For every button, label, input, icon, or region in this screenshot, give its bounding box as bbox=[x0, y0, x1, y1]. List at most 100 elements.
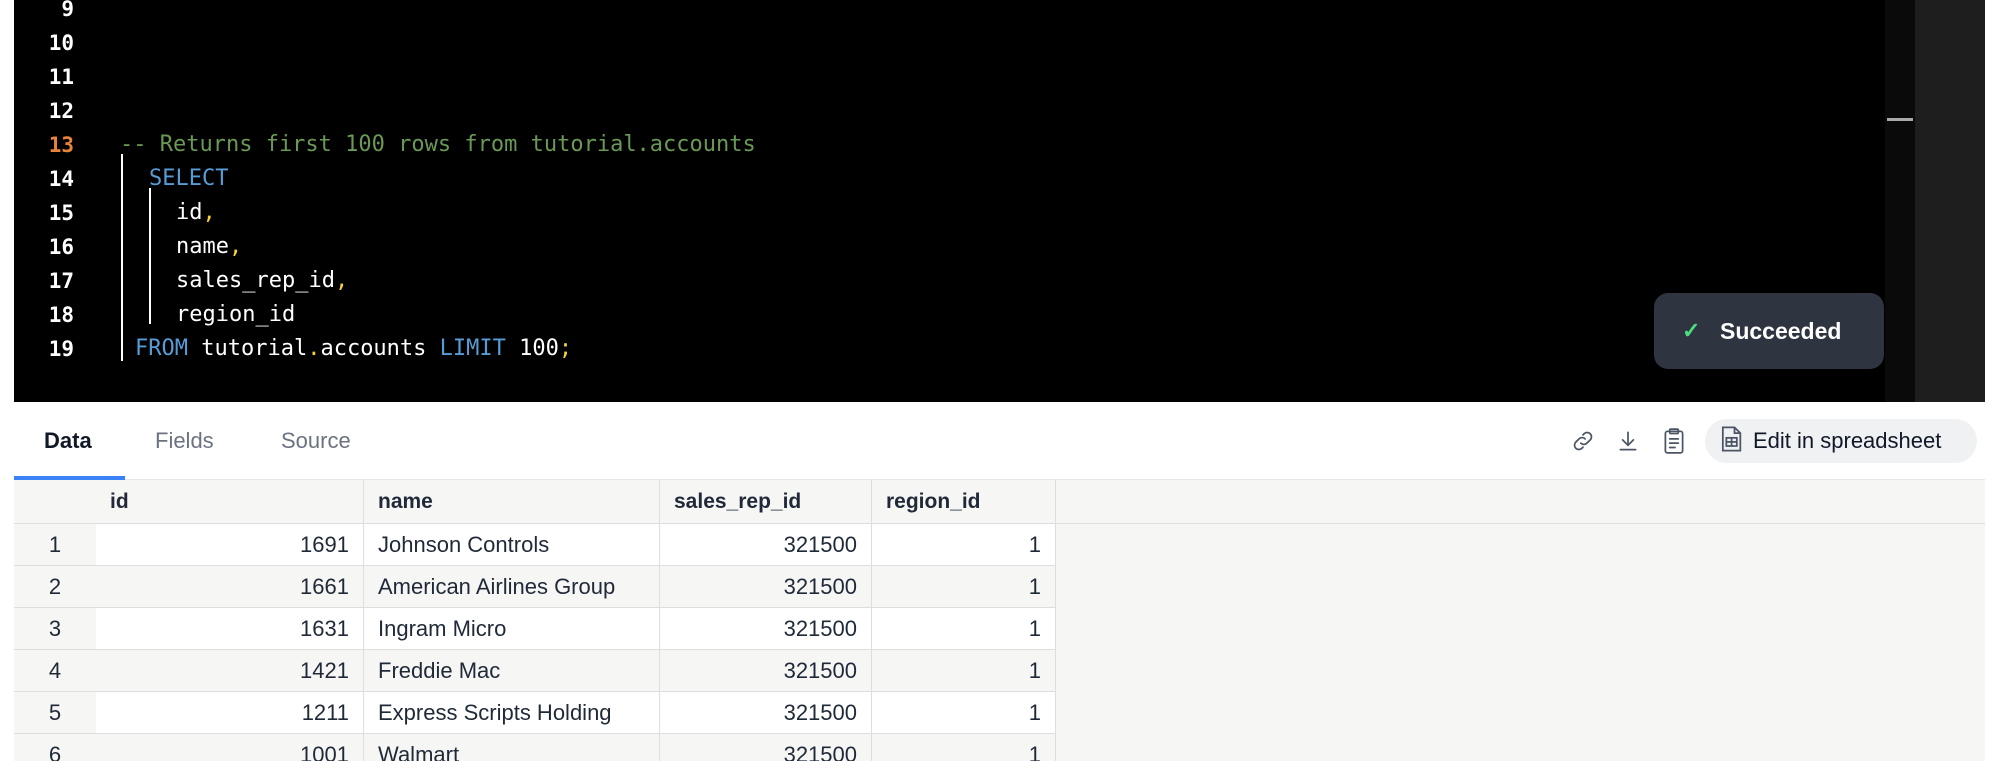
code-line[interactable]: 10 bbox=[14, 26, 1874, 60]
code-token: sales_rep_id bbox=[176, 268, 335, 293]
code-line[interactable]: 19 FROM tutorial.accounts LIMIT 100; bbox=[14, 332, 1874, 366]
indent-guide-inner bbox=[149, 188, 151, 324]
row-number: 6 bbox=[14, 734, 96, 761]
tab-source[interactable]: Source bbox=[281, 402, 351, 480]
download-icon[interactable] bbox=[1611, 424, 1645, 458]
tab-source-label: Source bbox=[281, 428, 351, 453]
line-number: 19 bbox=[48, 337, 74, 361]
code-token: , bbox=[228, 234, 243, 259]
cell-sales-rep-id[interactable]: 321500 bbox=[660, 650, 872, 692]
cell-id[interactable]: 1211 bbox=[96, 692, 364, 734]
minimap[interactable] bbox=[1885, 0, 1915, 402]
cell-name[interactable]: Ingram Micro bbox=[364, 608, 660, 650]
code-line[interactable]: 18 region_id bbox=[14, 298, 1874, 332]
line-number: 16 bbox=[48, 235, 74, 259]
cell-id[interactable]: 1631 bbox=[96, 608, 364, 650]
cell-sales-rep-id[interactable]: 321500 bbox=[660, 524, 872, 566]
cell-region-id[interactable]: 1 bbox=[872, 524, 1056, 566]
column-header-name[interactable]: name bbox=[364, 480, 660, 524]
cell-sales-rep-id[interactable]: 321500 bbox=[660, 692, 872, 734]
line-number: 14 bbox=[48, 167, 74, 191]
check-icon: ✓ bbox=[1682, 318, 1701, 343]
code-token: LIMIT bbox=[439, 336, 506, 361]
cell-region-id[interactable]: 1 bbox=[872, 650, 1056, 692]
tab-data-label: Data bbox=[44, 428, 92, 453]
line-number: 12 bbox=[48, 99, 74, 123]
code-line[interactable]: 12 bbox=[14, 94, 1874, 128]
success-toast: ✓ Succeeded bbox=[1654, 293, 1884, 369]
tab-fields[interactable]: Fields bbox=[155, 402, 214, 480]
cell-name[interactable]: Express Scripts Holding bbox=[364, 692, 660, 734]
cell-sales-rep-id[interactable]: 321500 bbox=[660, 608, 872, 650]
cell-id[interactable]: 1421 bbox=[96, 650, 364, 692]
row-number: 5 bbox=[14, 692, 96, 734]
cell-sales-rep-id[interactable]: 321500 bbox=[660, 566, 872, 608]
code-line[interactable]: 15 id, bbox=[14, 196, 1874, 230]
code-token: . bbox=[307, 336, 321, 361]
code-text: SELECT bbox=[149, 162, 228, 196]
cell-id[interactable]: 1661 bbox=[96, 566, 364, 608]
cell-sales-rep-id[interactable]: 321500 bbox=[660, 734, 872, 761]
code-line[interactable]: 16 name, bbox=[14, 230, 1874, 264]
results-table: id name sales_rep_id region_id 1 1691 John… bbox=[14, 480, 1985, 761]
code-token: ; bbox=[558, 336, 573, 361]
cell-region-id[interactable]: 1 bbox=[872, 734, 1056, 761]
line-number: 18 bbox=[48, 303, 74, 327]
empty-header bbox=[1056, 480, 1985, 524]
cell-name[interactable]: Johnson Controls bbox=[364, 524, 660, 566]
code-text: region_id bbox=[176, 298, 295, 332]
edit-in-spreadsheet-label: Edit in spreadsheet bbox=[1753, 428, 1942, 453]
column-header-sales-rep-id[interactable]: sales_rep_id bbox=[660, 480, 872, 524]
tab-data[interactable]: Data bbox=[44, 402, 92, 480]
cell-region-id[interactable]: 1 bbox=[872, 692, 1056, 734]
code-token: SELECT bbox=[149, 166, 229, 191]
code-text: -- Returns first 100 rows from tutorial.… bbox=[120, 128, 756, 162]
tab-fields-label: Fields bbox=[155, 428, 214, 453]
line-number: 10 bbox=[48, 31, 74, 55]
code-line[interactable]: 13 -- Returns first 100 rows from tutoria… bbox=[14, 128, 1874, 162]
code-token: -- Returns first 100 rows from tutorial.… bbox=[120, 132, 756, 157]
row-number: 3 bbox=[14, 608, 96, 650]
cell-region-id[interactable]: 1 bbox=[872, 608, 1056, 650]
cell-name[interactable]: American Airlines Group bbox=[364, 566, 660, 608]
code-line[interactable]: 9 bbox=[14, 0, 1874, 26]
code-token: region_id bbox=[176, 302, 296, 327]
code-line[interactable]: 17 sales_rep_id, bbox=[14, 264, 1874, 298]
code-line[interactable]: 11 bbox=[14, 60, 1874, 94]
line-number: 13 bbox=[48, 133, 74, 157]
code-text: name, bbox=[176, 230, 242, 264]
code-token: FROM bbox=[135, 336, 188, 361]
cell-region-id[interactable]: 1 bbox=[872, 566, 1056, 608]
indent-guide-outer bbox=[121, 154, 123, 361]
column-header-id[interactable]: id bbox=[96, 480, 364, 524]
toast-label: Succeeded bbox=[1720, 317, 1842, 344]
results-tabbar: Data Fields Source Edit in spreadsheet bbox=[14, 402, 1985, 480]
edit-in-spreadsheet-button[interactable]: Edit in spreadsheet bbox=[1705, 419, 1977, 463]
cell-name[interactable]: Freddie Mac bbox=[364, 650, 660, 692]
link-icon[interactable] bbox=[1566, 424, 1600, 458]
code-token: accounts bbox=[320, 336, 440, 361]
code-token: , bbox=[202, 200, 216, 225]
line-number: 15 bbox=[48, 201, 74, 225]
code-text: id, bbox=[176, 196, 216, 230]
column-header-region-id[interactable]: region_id bbox=[872, 480, 1056, 524]
row-number: 1 bbox=[14, 524, 96, 566]
code-text: sales_rep_id, bbox=[176, 264, 348, 298]
code-line[interactable]: 14 SELECT bbox=[14, 162, 1874, 196]
code-text: FROM tutorial.accounts LIMIT 100; bbox=[135, 332, 572, 366]
cell-id[interactable]: 1001 bbox=[96, 734, 364, 761]
cell-id[interactable]: 1691 bbox=[96, 524, 364, 566]
row-number: 2 bbox=[14, 566, 96, 608]
code-token: id bbox=[176, 200, 203, 225]
line-number: 11 bbox=[48, 65, 74, 89]
code-token: tutorial bbox=[187, 336, 308, 361]
line-number: 9 bbox=[61, 0, 74, 21]
editor-side-panel bbox=[1915, 0, 1985, 402]
code-token: 100 bbox=[505, 336, 559, 361]
code-token: , bbox=[334, 268, 349, 293]
clipboard-icon[interactable] bbox=[1657, 424, 1691, 458]
cell-name[interactable]: Walmart bbox=[364, 734, 660, 761]
spreadsheet-icon bbox=[1719, 425, 1743, 458]
rownum-header bbox=[14, 480, 96, 524]
minimap-slider[interactable] bbox=[1887, 118, 1913, 121]
